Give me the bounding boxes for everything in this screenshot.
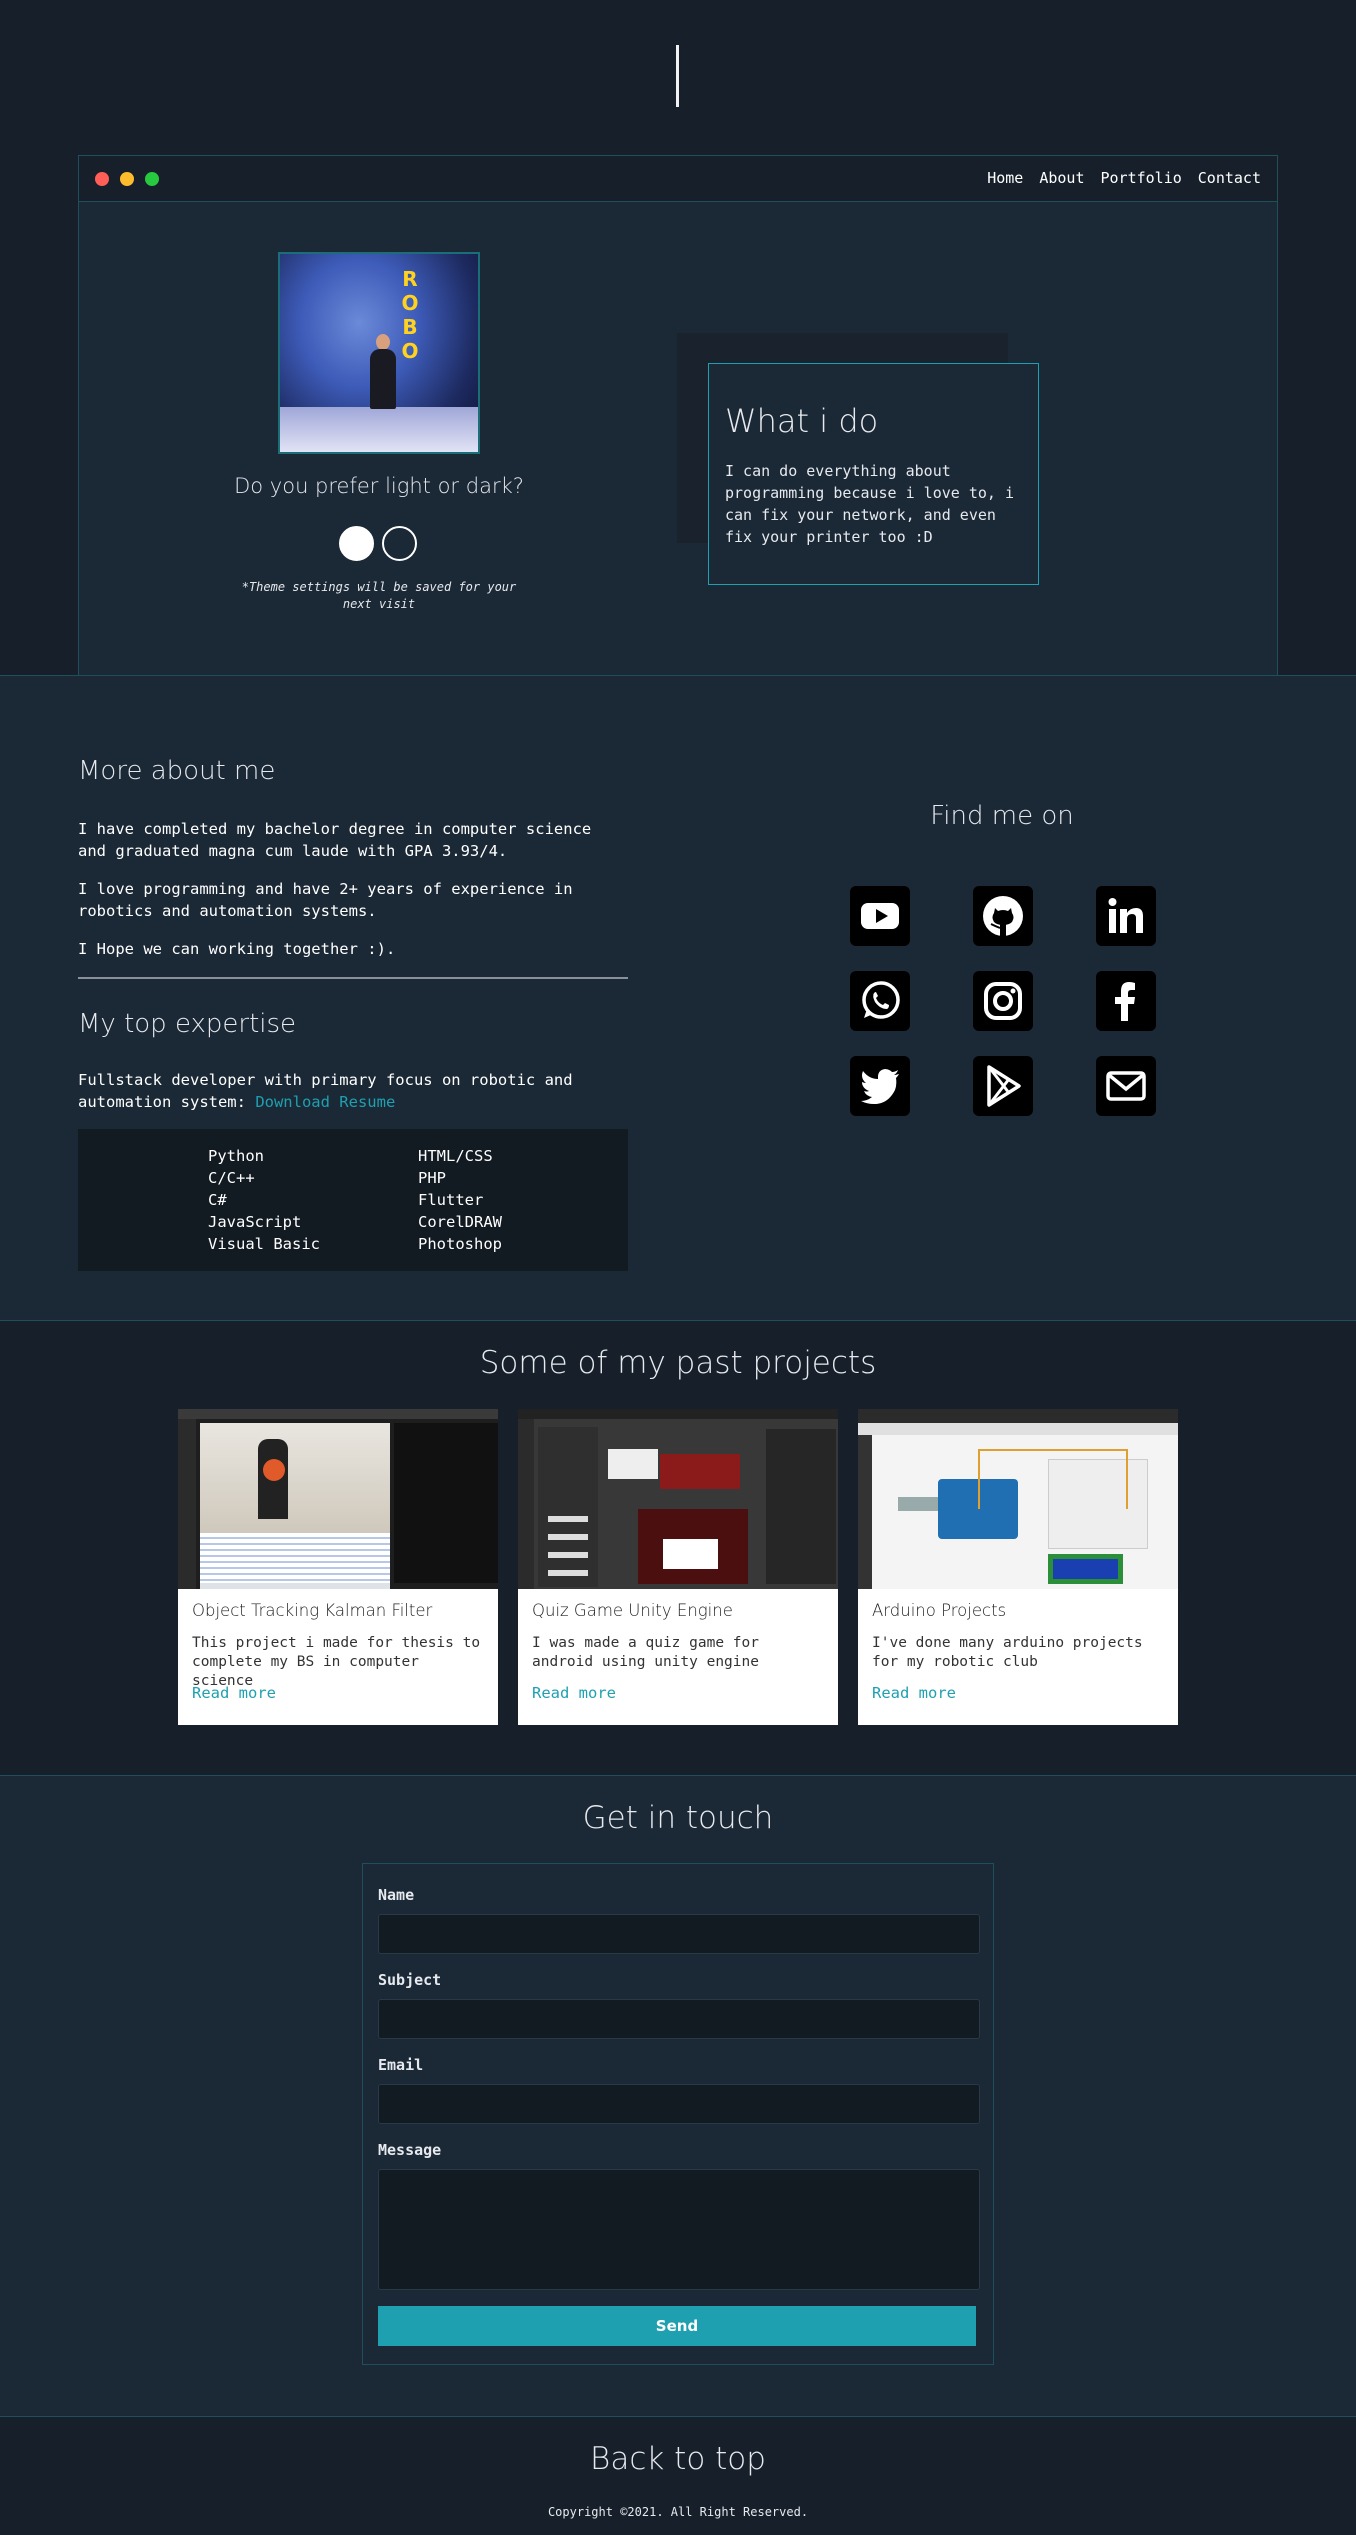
download-resume-link[interactable]: Download Resume: [255, 1093, 395, 1111]
email-label: Email: [378, 2056, 424, 2074]
find-me-title: Find me on: [930, 801, 1074, 831]
mail-icon[interactable]: [1096, 1056, 1156, 1116]
skill-item: C#: [208, 1191, 227, 1209]
expertise-title: My top expertise: [78, 1009, 297, 1039]
subject-field[interactable]: [378, 1999, 980, 2039]
project-screenshot: [518, 1409, 838, 1589]
contact-form: Name Subject Email Message Send: [362, 1863, 994, 2365]
card-desc: I was made a quiz game for android using…: [532, 1635, 759, 1670]
instagram-icon[interactable]: [973, 971, 1033, 1031]
project-screenshot: [178, 1409, 498, 1589]
card-body: Quiz Game Unity Engine I was made a quiz…: [518, 1589, 838, 1714]
about-paragraph: I have completed my bachelor degree in c…: [78, 820, 592, 860]
theme-question: Do you prefer light or dark?: [234, 474, 524, 498]
light-theme-toggle[interactable]: [339, 526, 374, 561]
social-links: [850, 886, 1156, 1116]
whatido-text: I can do everything about programming be…: [725, 462, 1014, 546]
subject-label: Subject: [378, 1971, 442, 1989]
skill-item: Python: [208, 1147, 264, 1165]
read-more-link[interactable]: Read more: [872, 1684, 1164, 1702]
copyright-text: Copyright ©2021. All Right Reserved.: [547, 2505, 809, 2519]
twitter-icon[interactable]: [850, 1056, 910, 1116]
card-title: Arduino Projects: [872, 1601, 1007, 1620]
project-card: Arduino Projects I've done many arduino …: [858, 1409, 1178, 1725]
whatsapp-icon[interactable]: [850, 971, 910, 1031]
nav-portfolio[interactable]: Portfolio: [1101, 169, 1182, 187]
skill-item: C/C++: [208, 1169, 255, 1187]
skills-list-right: HTML/CSS PHP Flutter CorelDRAW Photoshop: [418, 1145, 628, 1271]
more-about-title: More about me: [78, 756, 276, 786]
skills-box: Python C/C++ C# JavaScript Visual Basic …: [78, 1129, 628, 1271]
dark-theme-toggle[interactable]: [382, 526, 417, 561]
nav-contact[interactable]: Contact: [1198, 169, 1261, 187]
read-more-link[interactable]: Read more: [192, 1684, 484, 1702]
person-head: [376, 334, 390, 350]
window-maximize-dot: [145, 172, 159, 186]
back-to-top-link[interactable]: Back to top: [0, 2441, 1356, 2477]
profile-photo: ROBO: [278, 252, 480, 454]
skill-item: HTML/CSS: [418, 1147, 493, 1165]
card-body: Object Tracking Kalman Filter This proje…: [178, 1589, 498, 1714]
skill-item: CorelDRAW: [418, 1213, 502, 1231]
card-title: Quiz Game Unity Engine: [532, 1601, 733, 1620]
robo-banner: ROBO: [398, 267, 422, 363]
send-button[interactable]: Send: [378, 2306, 976, 2346]
project-card: Quiz Game Unity Engine I was made a quiz…: [518, 1409, 838, 1725]
google-play-icon[interactable]: [973, 1056, 1033, 1116]
about-paragraph: I Hope we can working together :).: [78, 940, 396, 958]
card-title: Object Tracking Kalman Filter: [192, 1601, 433, 1620]
terminal-window: Home About Portfolio Contact ROBO Do you…: [78, 155, 1278, 676]
project-card: Object Tracking Kalman Filter This proje…: [178, 1409, 498, 1725]
theme-note: *Theme settings will be saved for your n…: [241, 580, 517, 611]
about-paragraph: I love programming and have 2+ years of …: [78, 880, 573, 920]
projects-title: Some of my past projects: [479, 1345, 877, 1381]
divider: [78, 977, 628, 979]
skill-item: JavaScript: [208, 1213, 302, 1231]
window-titlebar: Home About Portfolio Contact: [79, 156, 1277, 202]
nav-home[interactable]: Home: [987, 169, 1023, 187]
project-screenshot: [858, 1409, 1178, 1589]
stage-floor: [280, 407, 478, 452]
about-section: More about me I have completed my bachel…: [0, 675, 1356, 1320]
contact-section: Get in touch Name Subject Email Message …: [0, 1775, 1356, 2416]
window-minimize-dot: [120, 172, 134, 186]
skill-item: Flutter: [418, 1191, 484, 1209]
card-body: Arduino Projects I've done many arduino …: [858, 1589, 1178, 1714]
skill-item: Visual Basic: [208, 1235, 320, 1253]
message-label: Message: [378, 2141, 442, 2159]
youtube-icon[interactable]: [850, 886, 910, 946]
whatido-title: What i do: [725, 402, 879, 440]
contact-title: Get in touch: [582, 1800, 774, 1836]
read-more-link[interactable]: Read more: [532, 1684, 824, 1702]
main-nav: Home About Portfolio Contact: [987, 169, 1261, 187]
skill-item: Photoshop: [418, 1235, 502, 1253]
facebook-icon[interactable]: [1096, 971, 1156, 1031]
theme-toggles: [339, 526, 417, 561]
message-field[interactable]: [378, 2169, 980, 2290]
about-text: I have completed my bachelor degree in c…: [78, 818, 628, 976]
whatido-card: What i do I can do everything about prog…: [708, 363, 1039, 585]
hero-section: Home About Portfolio Contact ROBO Do you…: [0, 0, 1356, 676]
github-icon[interactable]: [973, 886, 1033, 946]
name-field[interactable]: [378, 1914, 980, 1954]
email-field[interactable]: [378, 2084, 980, 2124]
window-close-dot: [95, 172, 109, 186]
skill-item: PHP: [418, 1169, 446, 1187]
expertise-desc: Fullstack developer with primary focus o…: [78, 1069, 628, 1113]
card-desc: This project i made for thesis to comple…: [192, 1635, 481, 1689]
typing-cursor: [676, 45, 679, 107]
linkedin-icon[interactable]: [1096, 886, 1156, 946]
person-body: [370, 349, 396, 409]
card-desc: I've done many arduino projects for my r…: [872, 1635, 1143, 1670]
nav-about[interactable]: About: [1039, 169, 1084, 187]
project-cards: Object Tracking Kalman Filter This proje…: [178, 1409, 1178, 1725]
projects-section: Some of my past projects Object Tracking…: [0, 1320, 1356, 1775]
footer: Back to top Copyright ©2021. All Right R…: [0, 2416, 1356, 2535]
name-label: Name: [378, 1886, 415, 1904]
skills-list-left: Python C/C++ C# JavaScript Visual Basic: [208, 1145, 418, 1271]
